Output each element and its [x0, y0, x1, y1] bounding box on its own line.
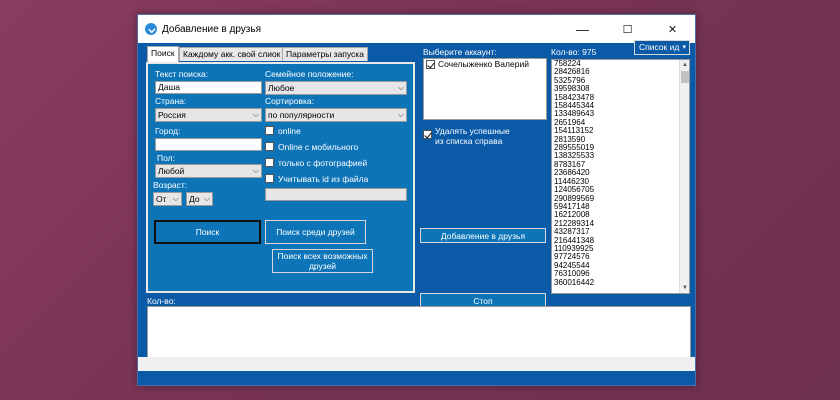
- ids-dropdown-label: Список ид: [639, 42, 680, 52]
- sort-select[interactable]: по популярности ⌵: [265, 108, 407, 122]
- query-label: Текст поиска:: [155, 69, 209, 79]
- chevron-down-icon: ⌵: [172, 194, 179, 203]
- tab-search[interactable]: Поиск: [147, 46, 179, 62]
- online-checkbox[interactable]: [265, 126, 274, 135]
- city-input[interactable]: [155, 138, 262, 151]
- age-label: Возраст:: [153, 180, 188, 190]
- country-label: Страна:: [155, 96, 187, 106]
- file-ids-checkbox[interactable]: [265, 174, 274, 183]
- ids-items: 758224 28426816 5325796 39598308 158423478 15…: [552, 60, 689, 287]
- sort-label: Сортировка:: [265, 96, 315, 106]
- online-mobile-checkbox[interactable]: [265, 142, 274, 151]
- tab-per-account-ids[interactable]: Каждому акк. свой слиок ид: [179, 47, 297, 61]
- status-bar: [138, 357, 695, 371]
- file-path-input[interactable]: [265, 188, 407, 201]
- scroll-down-icon[interactable]: ▼: [680, 283, 689, 293]
- age-from-value: От: [156, 194, 167, 204]
- scroll-thumb[interactable]: [681, 71, 689, 83]
- age-to-select[interactable]: До ⌵: [186, 192, 213, 206]
- sex-label: Пол:: [157, 153, 175, 163]
- friends-window: Добавление в друзья — ☐ ✕ Поиск Каждому …: [137, 14, 696, 386]
- photo-only-checkbox[interactable]: [265, 158, 274, 167]
- title-bar[interactable]: Добавление в друзья — ☐ ✕: [138, 15, 695, 43]
- remove-success-checkbox[interactable]: [423, 130, 432, 139]
- search-button[interactable]: Поиск: [154, 220, 261, 244]
- ids-list[interactable]: 758224 28426816 5325796 39598308 158423478 15…: [551, 59, 690, 294]
- search-panel: Текст поиска: Даша Страна: Россия ⌵ Горо…: [146, 62, 415, 293]
- marital-label: Семейное положение:: [265, 69, 354, 79]
- chevron-down-icon: ⌵: [252, 110, 259, 119]
- log-count-label: Кол-во:: [147, 296, 176, 306]
- sex-select[interactable]: Любой ⌵: [155, 164, 262, 178]
- file-ids-label: Учитывать id из файла: [278, 174, 369, 184]
- close-button[interactable]: ✕: [650, 15, 695, 43]
- photo-only-label: только с фотографией: [278, 158, 368, 168]
- age-from-select[interactable]: От ⌵: [153, 192, 182, 206]
- chevron-down-icon: ⌵: [203, 194, 210, 203]
- marital-select[interactable]: Любое ⌵: [265, 81, 407, 95]
- chevron-down-icon: ⌵: [397, 110, 404, 119]
- minimize-button[interactable]: —: [560, 15, 605, 43]
- scroll-up-icon[interactable]: ▲: [680, 60, 689, 70]
- window-title: Добавление в друзья: [162, 23, 262, 35]
- app-logo-icon: [145, 23, 157, 35]
- online-label: online: [278, 126, 301, 136]
- country-select[interactable]: Россия ⌵: [155, 108, 262, 122]
- tab-launch-params[interactable]: Параметры запуска: [282, 47, 368, 61]
- account-checkbox[interactable]: [426, 60, 435, 69]
- id-list-item[interactable]: 360016442: [552, 278, 689, 287]
- search-friends-button[interactable]: Поиск среди друзей: [265, 220, 366, 244]
- city-label: Город:: [155, 126, 181, 136]
- accounts-list: Сочелыженко Валерий: [423, 58, 547, 120]
- sex-value: Любой: [158, 166, 185, 176]
- chevron-down-icon: ⌵: [397, 83, 404, 92]
- country-value: Россия: [158, 110, 186, 120]
- sort-value: по популярности: [268, 110, 335, 120]
- age-to-value: До: [189, 194, 200, 204]
- add-friends-button[interactable]: Добавление в друзья: [420, 228, 546, 243]
- query-input[interactable]: Даша: [155, 81, 262, 94]
- accounts-label: Выберите аккаунт:: [423, 47, 497, 57]
- ids-scrollbar[interactable]: ▲ ▼: [679, 60, 689, 293]
- remove-success-label: Удалять успешные из списка справа: [435, 126, 510, 146]
- online-mobile-label: Online с мобильного: [278, 142, 359, 152]
- marital-value: Любое: [268, 83, 295, 93]
- ids-source-dropdown[interactable]: Список ид ▾: [634, 40, 690, 55]
- account-item[interactable]: Сочелыженко Валерий: [424, 59, 546, 70]
- maximize-button[interactable]: ☐: [605, 15, 650, 43]
- chevron-down-icon: ⌵: [252, 166, 259, 175]
- chevron-down-icon: ▾: [682, 44, 686, 51]
- ids-count-label: Кол-во: 975: [551, 47, 597, 57]
- account-name: Сочелыженко Валерий: [438, 59, 529, 69]
- search-all-friends-button[interactable]: Поиск всех возможных друзей: [272, 249, 373, 273]
- client-area: Поиск Каждому акк. свой слиок ид Парамет…: [138, 40, 695, 385]
